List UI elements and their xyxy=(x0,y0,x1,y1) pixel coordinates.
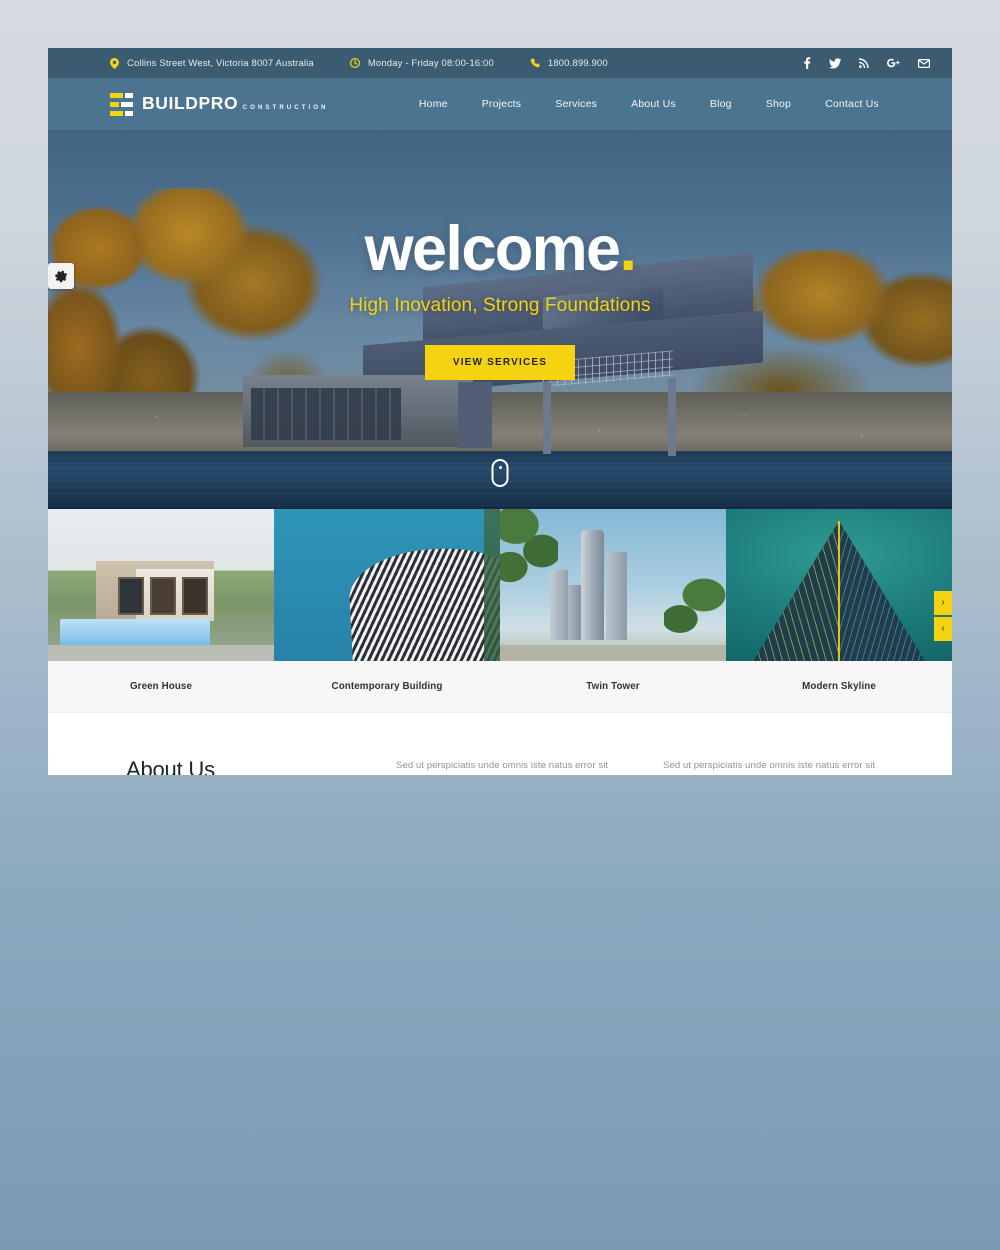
buildpro-logo-icon xyxy=(110,92,133,116)
about-paragraph-1: Sed ut perspiciatis unde omnis iste natu… xyxy=(396,760,609,771)
hours-text: Monday - Friday 08:00-16:00 xyxy=(367,57,494,69)
project-captions: Green House Contemporary Building Twin T… xyxy=(48,661,952,713)
carousel-next-button[interactable]: › xyxy=(934,591,952,615)
hero-title-text: welcome xyxy=(364,214,622,284)
view-services-button[interactable]: VIEW SERVICES xyxy=(424,345,576,380)
about-section: About Us Sed ut perspiciatis unde omnis … xyxy=(48,713,952,775)
projects-carousel: › ‹ xyxy=(48,509,952,661)
project-thumbnail-twin-tower[interactable] xyxy=(500,509,726,661)
twitter-icon[interactable] xyxy=(829,57,841,69)
social-links xyxy=(803,57,930,69)
main-navigation: Home Projects Services About Us Blog Sho… xyxy=(402,92,896,116)
nav-item-shop[interactable]: Shop xyxy=(749,92,808,116)
project-caption-modern-skyline[interactable]: Modern Skyline xyxy=(726,661,952,712)
nav-item-projects[interactable]: Projects xyxy=(465,92,539,116)
clock-icon xyxy=(349,58,360,68)
hero-banner: welcome. High Inovation, Strong Foundati… xyxy=(48,130,952,509)
nav-item-about-us[interactable]: About Us xyxy=(614,92,693,116)
phone-icon xyxy=(530,58,540,68)
hero-title: welcome. xyxy=(365,218,637,281)
project-caption-green-house[interactable]: Green House xyxy=(48,661,274,712)
project-thumbnail-modern-skyline[interactable] xyxy=(726,509,952,661)
site-header: BUILDPRO CONSTRUCTION Home Projects Serv… xyxy=(48,78,952,130)
hero-subtitle: High Inovation, Strong Foundations xyxy=(349,295,651,316)
address-text: Collins Street West, Victoria 8007 Austr… xyxy=(127,57,314,69)
hours-info: Monday - Friday 08:00-16:00 xyxy=(349,57,494,69)
project-caption-contemporary-building[interactable]: Contemporary Building xyxy=(274,661,500,712)
envelope-icon[interactable] xyxy=(918,58,930,68)
logo-name: BUILDPRO xyxy=(142,93,239,113)
nav-item-home[interactable]: Home xyxy=(402,92,465,116)
about-heading-block: About Us xyxy=(126,757,362,775)
nav-item-blog[interactable]: Blog xyxy=(693,92,749,116)
nav-item-contact-us[interactable]: Contact Us xyxy=(808,92,896,116)
carousel-navigation: › ‹ xyxy=(934,591,952,641)
logo[interactable]: BUILDPRO CONSTRUCTION xyxy=(110,92,329,116)
google-plus-icon[interactable] xyxy=(887,58,900,68)
facebook-icon[interactable] xyxy=(803,57,811,69)
address-info: Collins Street West, Victoria 8007 Austr… xyxy=(110,57,314,69)
rss-icon[interactable] xyxy=(859,58,869,68)
project-caption-twin-tower[interactable]: Twin Tower xyxy=(500,661,726,712)
website-viewport: Collins Street West, Victoria 8007 Austr… xyxy=(48,48,952,775)
map-pin-icon xyxy=(110,57,119,69)
hero-title-dot: . xyxy=(619,214,637,284)
project-thumbnail-green-house[interactable] xyxy=(48,509,274,661)
carousel-prev-button[interactable]: ‹ xyxy=(934,617,952,641)
phone-text: 1800.899.900 xyxy=(547,57,608,69)
nav-item-services[interactable]: Services xyxy=(538,92,614,116)
about-title: About Us xyxy=(126,757,215,775)
hero-content: welcome. High Inovation, Strong Foundati… xyxy=(48,130,952,509)
project-thumbnail-contemporary-building[interactable] xyxy=(274,509,500,661)
phone-info: 1800.899.900 xyxy=(530,58,608,69)
logo-tagline: CONSTRUCTION xyxy=(242,104,329,111)
about-paragraph-2: Sed ut perspiciatis unde omnis iste natu… xyxy=(663,760,876,771)
scroll-down-indicator[interactable] xyxy=(491,459,509,487)
top-utility-bar: Collins Street West, Victoria 8007 Austr… xyxy=(48,48,952,78)
